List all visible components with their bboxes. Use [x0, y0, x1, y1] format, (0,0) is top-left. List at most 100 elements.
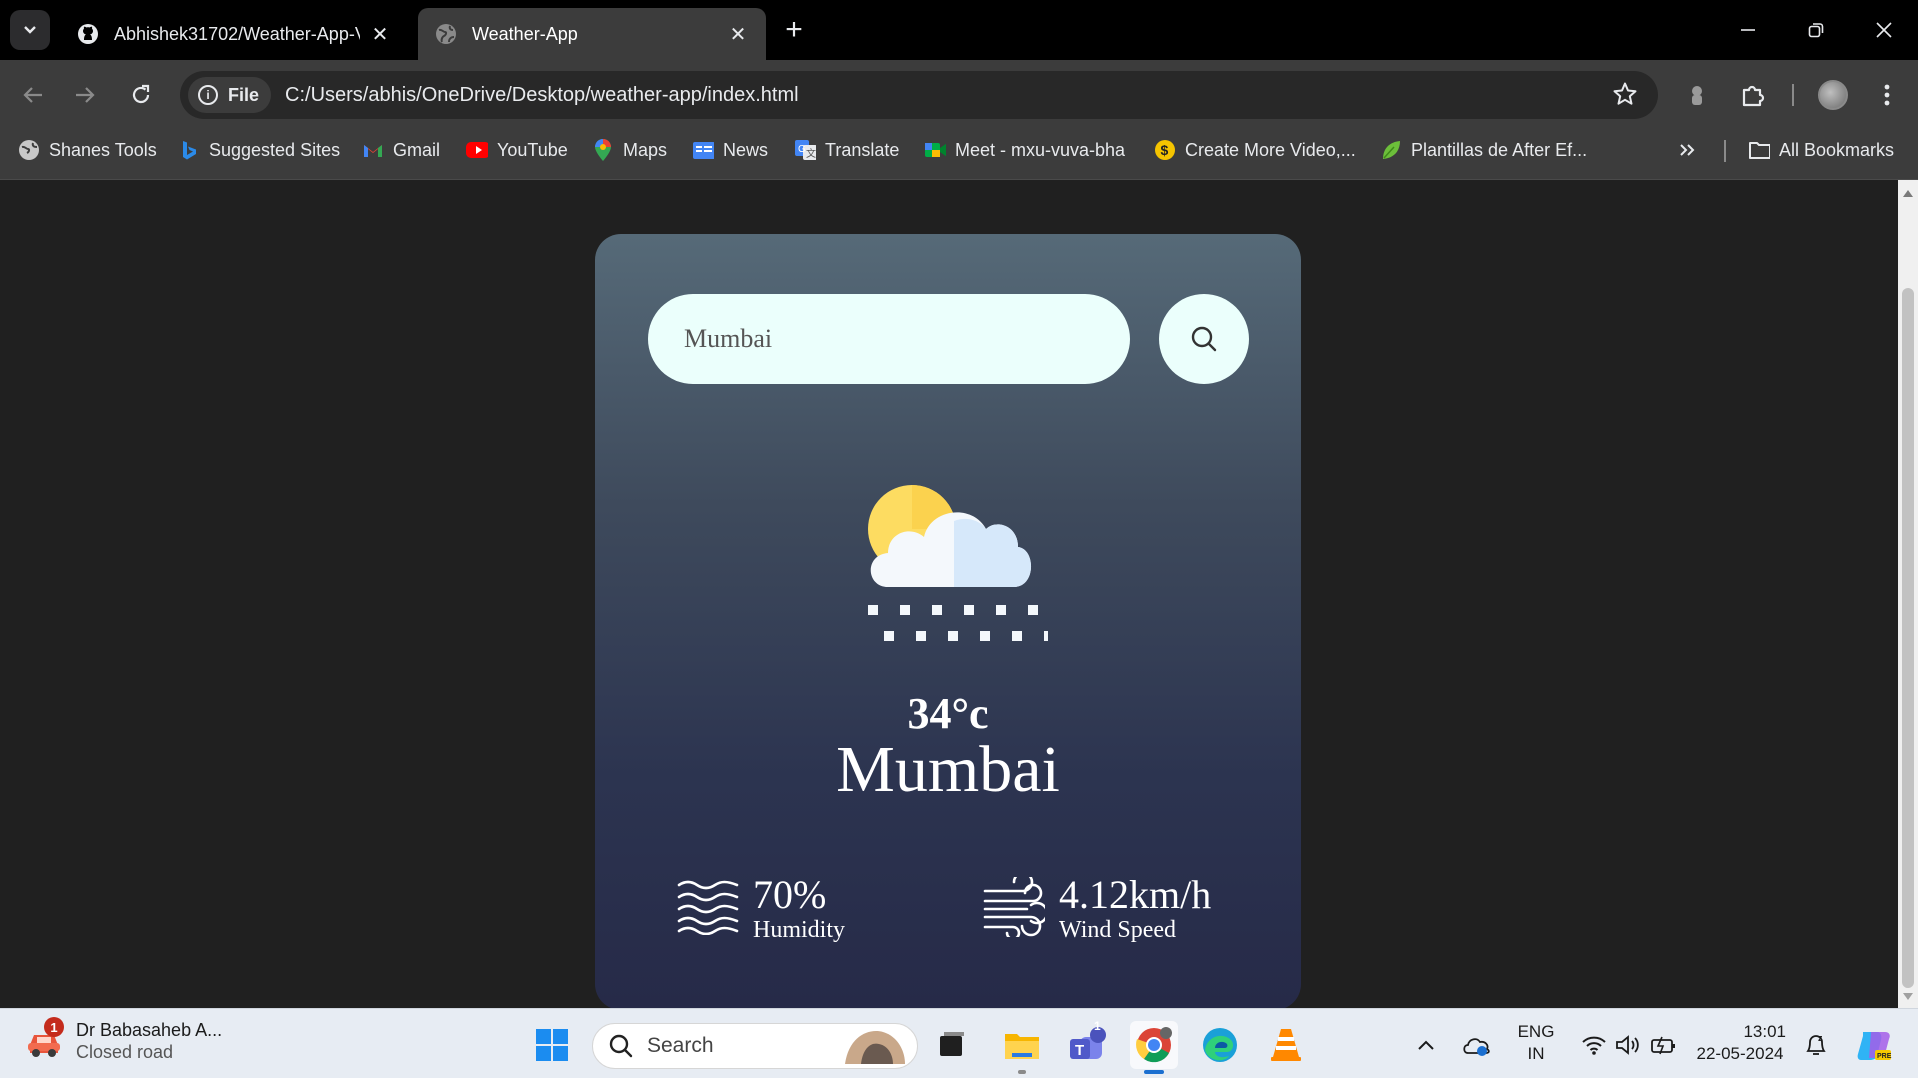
bookmark-label: Translate — [825, 139, 900, 160]
edge-button[interactable] — [1196, 1021, 1244, 1069]
all-bookmarks-label: All Bookmarks — [1779, 139, 1895, 160]
bell-z-icon: z — [1806, 1033, 1826, 1055]
svg-text:PRE: PRE — [1877, 1053, 1892, 1060]
clock[interactable]: 13:01 22-05-2024 — [1694, 1021, 1786, 1065]
show-hidden-icons-button[interactable] — [1406, 1021, 1446, 1069]
start-button[interactable] — [528, 1021, 576, 1069]
menu-button[interactable] — [1866, 74, 1908, 116]
teams-button[interactable]: T 1 — [1064, 1019, 1112, 1069]
new-tab-button[interactable]: + — [776, 12, 812, 48]
humidity-text: 70% Humidity — [753, 874, 845, 944]
profile-button[interactable] — [1812, 74, 1854, 116]
bookmark-gmail[interactable]: Gmail — [362, 130, 440, 170]
arrow-left-icon — [23, 87, 42, 103]
svg-text:z: z — [1818, 1033, 1823, 1043]
language-indicator[interactable]: ENG IN — [1508, 1021, 1564, 1065]
extension-button[interactable] — [1676, 74, 1718, 116]
search-icon — [609, 1034, 633, 1058]
forward-button[interactable] — [64, 74, 106, 116]
minimize-icon — [1741, 29, 1755, 31]
notification-badge: 1 — [44, 1017, 64, 1037]
bookmark-news[interactable]: News — [692, 130, 768, 170]
vertical-scrollbar[interactable] — [1898, 180, 1918, 1008]
city-name: Mumbai — [836, 733, 1060, 806]
volume-button[interactable] — [1608, 1021, 1648, 1069]
battery-charging-icon — [1651, 1036, 1675, 1055]
tab-github[interactable]: Abhishek31702/Weather-App-V ✕ — [60, 8, 408, 60]
github-icon — [76, 22, 100, 46]
address-bar[interactable]: i File C:/Users/abhis/OneDrive/Desktop/w… — [180, 71, 1658, 119]
all-bookmarks-button[interactable]: All Bookmarks — [1748, 130, 1894, 170]
bookmark-translate[interactable]: G文 Translate — [794, 130, 899, 170]
back-button[interactable] — [12, 74, 54, 116]
reload-button[interactable] — [120, 74, 162, 116]
clock-date: 22-05-2024 — [1696, 1044, 1784, 1063]
bookmark-plantillas[interactable]: Plantillas de After Ef... — [1380, 130, 1587, 170]
wind-label: Wind Speed — [1059, 917, 1177, 943]
tab-search-button[interactable] — [10, 10, 50, 50]
city-search-input[interactable] — [648, 294, 1130, 384]
traffic-widget[interactable]: 1 Dr Babasaheb A... Closed road — [24, 1017, 222, 1063]
bookmark-label: Plantillas de After Ef... — [1411, 139, 1588, 160]
search-button[interactable] — [1159, 294, 1249, 384]
svg-text:文: 文 — [806, 147, 816, 160]
language-code: ENG — [1517, 1022, 1555, 1041]
tab-strip: Abhishek31702/Weather-App-V ✕ Weather-Ap… — [0, 0, 1918, 60]
tab-title: Weather-App — [472, 23, 578, 44]
bookmark-label: Shanes Tools — [49, 139, 157, 160]
wind-block: 4.12km/h Wind Speed — [983, 871, 1212, 944]
extensions-button[interactable] — [1732, 74, 1774, 116]
scrollbar-thumb[interactable] — [1902, 288, 1914, 988]
bookmark-star-icon[interactable] — [1612, 81, 1638, 112]
folder-icon — [1748, 139, 1770, 161]
scroll-down-arrow-icon[interactable] — [1903, 993, 1913, 1000]
reload-icon — [132, 84, 150, 104]
snow-cloud-sun-icon — [848, 469, 1048, 667]
minimize-button[interactable] — [1714, 0, 1782, 60]
edge-icon — [1203, 1028, 1237, 1062]
chrome-button[interactable] — [1130, 1021, 1178, 1069]
close-window-button[interactable] — [1850, 0, 1918, 60]
bookmark-maps[interactable]: Maps — [592, 130, 667, 170]
tab-title: Abhishek31702/Weather-App-V — [114, 23, 360, 44]
bookmark-shanes-tools[interactable]: Shanes Tools — [18, 130, 157, 170]
more-bookmarks-button[interactable] — [1678, 130, 1696, 170]
windows-taskbar: 1 Dr Babasaheb A... Closed road Search T… — [0, 1008, 1918, 1078]
tab-weather-app[interactable]: Weather-App ✕ — [418, 8, 766, 60]
url-text[interactable]: C:/Users/abhis/OneDrive/Desktop/weather-… — [285, 84, 799, 107]
region-code: IN — [1527, 1044, 1545, 1063]
bookmark-label: Gmail — [393, 139, 441, 160]
youtube-icon — [466, 139, 488, 161]
copilot-button[interactable]: PRE — [1850, 1021, 1898, 1069]
search-icon — [1191, 326, 1217, 352]
wind-value: 4.12km/h — [1059, 872, 1212, 917]
humidity-label: Humidity — [753, 917, 846, 943]
site-info-chip[interactable]: i File — [188, 77, 272, 113]
bookmark-create-more-video[interactable]: $ Create More Video,... — [1154, 130, 1356, 170]
vlc-button[interactable] — [1262, 1021, 1310, 1069]
bookmark-label: News — [723, 139, 769, 160]
bookmark-suggested-sites[interactable]: Suggested Sites — [178, 130, 340, 170]
close-tab-icon[interactable]: ✕ — [726, 22, 750, 46]
task-view-button[interactable] — [928, 1021, 976, 1069]
leaf-icon — [1380, 139, 1402, 161]
bing-icon — [178, 139, 200, 161]
taskbar-search-label: Search — [647, 1034, 714, 1057]
restore-button[interactable] — [1782, 0, 1850, 60]
file-explorer-button[interactable] — [998, 1021, 1046, 1069]
onedrive-button[interactable] — [1456, 1021, 1496, 1069]
notifications-button[interactable]: z — [1796, 1021, 1836, 1069]
puzzle-icon — [1742, 85, 1765, 107]
svg-text:G: G — [798, 144, 806, 155]
toolbar-divider — [1792, 84, 1794, 106]
close-tab-icon[interactable]: ✕ — [368, 22, 392, 46]
widget-text: Dr Babasaheb A... Closed road — [76, 1019, 222, 1063]
news-icon — [692, 139, 714, 161]
battery-button[interactable] — [1644, 1021, 1684, 1069]
bookmark-youtube[interactable]: YouTube — [466, 130, 568, 170]
bookmark-meet[interactable]: Meet - mxu-vuva-bha — [924, 130, 1125, 170]
bookmark-label: Maps — [623, 139, 668, 160]
taskbar-search[interactable]: Search — [592, 1023, 918, 1069]
humidity-block: 70% Humidity — [677, 874, 845, 944]
scroll-up-arrow-icon[interactable] — [1903, 190, 1913, 197]
